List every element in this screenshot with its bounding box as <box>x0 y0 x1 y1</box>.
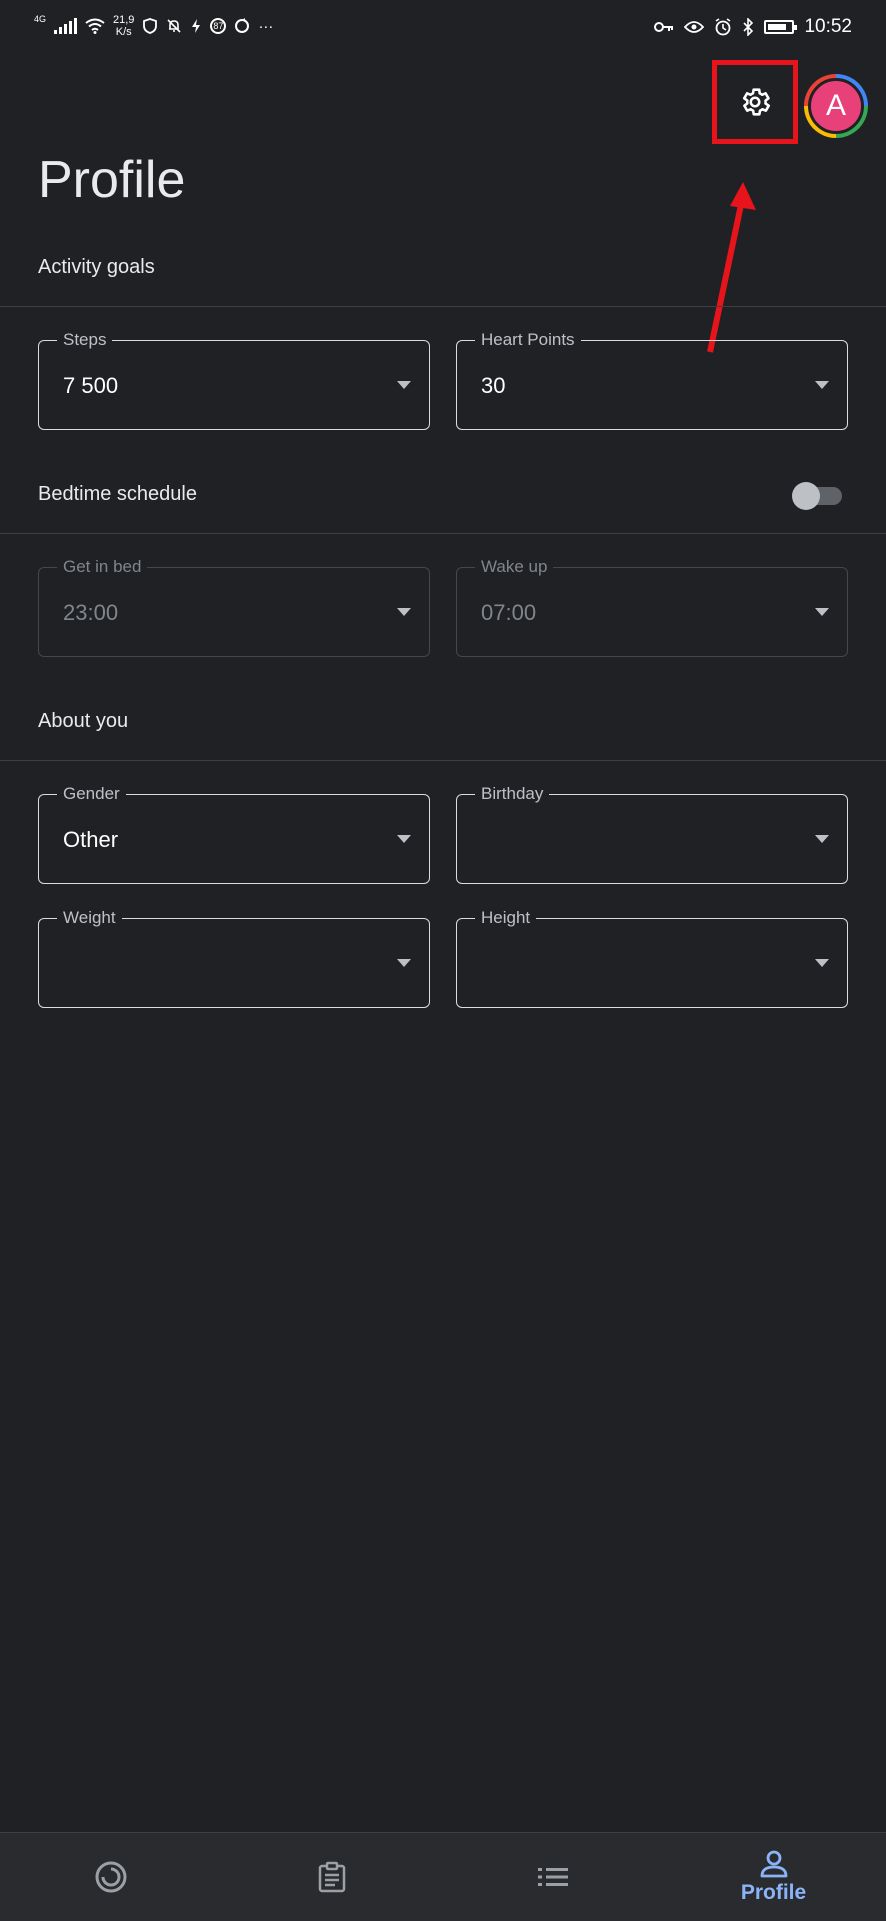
steps-goal-dropdown[interactable]: Steps 7 500 <box>38 330 430 430</box>
dropdown-arrow-icon <box>815 959 829 967</box>
signal-icon <box>54 18 78 34</box>
wifi-icon <box>85 18 105 34</box>
network-speed: 21,9 K/s <box>113 14 134 38</box>
annotation-arrow <box>707 182 756 353</box>
steps-label: Steps <box>57 330 113 350</box>
bottom-navigation: Profile <box>0 1832 886 1921</box>
key-icon <box>654 22 674 32</box>
dropdown-arrow-icon <box>397 835 411 843</box>
divider <box>0 533 886 534</box>
status-left: 4G 21,9 K/s 87 ··· <box>34 14 273 38</box>
heart-points-value: 30 <box>481 373 506 398</box>
nav-profile-label: Profile <box>740 1881 807 1904</box>
get-in-bed-dropdown[interactable]: Get in bed 23:00 <box>38 557 430 657</box>
weight-dropdown[interactable]: Weight <box>38 908 430 1008</box>
dropdown-arrow-icon <box>815 381 829 389</box>
settings-button[interactable] <box>712 60 798 144</box>
birthday-dropdown[interactable]: Birthday <box>456 784 848 884</box>
get-in-bed-label: Get in bed <box>57 557 148 577</box>
alarm-icon <box>716 18 731 36</box>
bedtime-schedule-heading: Bedtime schedule <box>38 483 197 505</box>
gear-icon <box>742 88 771 116</box>
network-type: 4G <box>34 14 47 24</box>
dropdown-arrow-icon <box>397 381 411 389</box>
sync-icon <box>235 18 250 33</box>
gender-value: Other <box>63 827 119 852</box>
steps-value: 7 500 <box>63 373 119 398</box>
avatar: A <box>808 78 864 134</box>
height-label: Height <box>475 908 537 928</box>
profile-icon <box>760 1850 787 1878</box>
heart-points-goal-dropdown[interactable]: Heart Points 30 <box>456 330 848 430</box>
page-title: Profile <box>38 151 186 209</box>
shield-icon <box>143 18 158 34</box>
clock: 10:52 <box>804 16 852 37</box>
nav-profile[interactable]: Profile <box>663 1833 884 1921</box>
height-dropdown[interactable]: Height <box>456 908 848 1008</box>
wake-up-value: 07:00 <box>481 600 537 625</box>
bedtime-schedule-toggle[interactable] <box>792 482 844 510</box>
divider <box>0 306 886 307</box>
wake-up-dropdown[interactable]: Wake up 07:00 <box>456 557 848 657</box>
browse-list-icon <box>537 1868 568 1886</box>
dropdown-arrow-icon <box>815 835 829 843</box>
about-you-heading: About you <box>38 710 129 732</box>
eye-icon <box>684 21 705 33</box>
birthday-label: Birthday <box>475 784 550 804</box>
notifications-off-icon <box>167 19 182 33</box>
nav-home[interactable] <box>0 1833 221 1921</box>
journal-icon <box>318 1861 345 1893</box>
home-ring-icon <box>95 1861 126 1893</box>
toggle-thumb <box>792 482 820 510</box>
gender-dropdown[interactable]: Gender Other <box>38 784 430 884</box>
speed-unit: K/s <box>115 26 132 38</box>
dropdown-arrow-icon <box>815 608 829 616</box>
status-bar: 4G 21,9 K/s 87 ··· 10:52 <box>0 0 886 62</box>
status-right: 10:52 <box>654 16 852 38</box>
account-avatar-button[interactable]: A <box>804 74 868 138</box>
flash-icon <box>192 19 201 33</box>
nav-browse[interactable] <box>442 1833 663 1921</box>
battery-icon <box>764 20 798 34</box>
badge-icon: 87 <box>210 18 227 34</box>
nav-journal[interactable] <box>221 1833 442 1921</box>
heart-points-label: Heart Points <box>475 330 581 350</box>
more-icon: ··· <box>258 17 274 35</box>
get-in-bed-value: 23:00 <box>63 600 119 625</box>
bluetooth-icon <box>743 18 754 36</box>
speed-value: 21,9 <box>113 14 135 26</box>
dropdown-arrow-icon <box>397 608 411 616</box>
weight-label: Weight <box>57 908 122 928</box>
activity-goals-heading: Activity goals <box>38 256 155 278</box>
dropdown-arrow-icon <box>397 959 411 967</box>
wake-up-label: Wake up <box>475 557 554 577</box>
gender-label: Gender <box>57 784 126 804</box>
divider <box>0 760 886 761</box>
